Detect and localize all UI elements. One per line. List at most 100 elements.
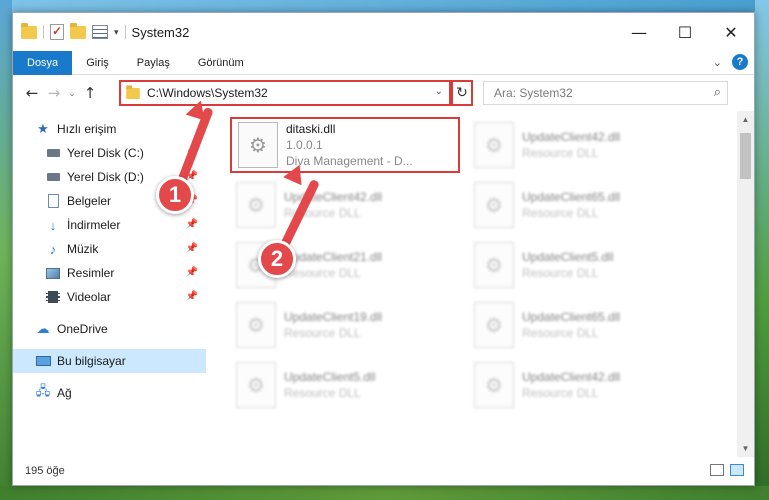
sidebar-item-local-disk-c[interactable]: Yerel Disk (C:) 📌	[13, 141, 206, 165]
minimize-button[interactable]: —	[616, 13, 662, 51]
scroll-down-icon[interactable]: ▼	[737, 440, 754, 457]
desktop-background-bottom	[0, 486, 769, 500]
callout-1: 1	[156, 176, 194, 214]
file-item[interactable]: ⚙ UpdateClient5.dll Resource DLL	[230, 357, 460, 413]
explorer-window: ▾ System32 — ☐ ✕ Dosya Giriş Paylaş Görü…	[12, 12, 755, 486]
search-box[interactable]: Ara: System32 ⌕	[483, 81, 728, 105]
file-name: UpdateClient19.dll	[284, 310, 383, 324]
sidebar-item-label: Bu bilgisayar	[57, 354, 126, 368]
dll-file-icon: ⚙	[236, 302, 276, 348]
address-dropdown-icon[interactable]: ⌄	[435, 86, 443, 97]
scrollbar-thumb[interactable]	[740, 133, 751, 179]
file-name: UpdateClient5.dll	[522, 250, 614, 264]
address-bar[interactable]: C:\Windows\System32 ⌄	[119, 80, 451, 106]
dll-file-icon: ⚙	[474, 302, 514, 348]
properties-icon[interactable]	[92, 25, 108, 39]
sidebar-item-downloads[interactable]: ↓ İndirmeler 📌	[13, 213, 206, 237]
callout-2: 2	[258, 240, 296, 278]
sidebar-item-label: İndirmeler	[67, 218, 121, 232]
tab-file[interactable]: Dosya	[13, 50, 73, 75]
dll-file-icon: ⚙	[236, 362, 276, 408]
file-description: Resource DLL	[522, 326, 599, 340]
drive-icon	[45, 145, 61, 161]
sidebar-item-music[interactable]: ♪ Müzik 📌	[13, 237, 206, 261]
scroll-up-icon[interactable]: ▲	[737, 111, 754, 128]
tiles-view-icon[interactable]	[730, 464, 744, 476]
sidebar-item-network[interactable]: 🖧 Ağ	[13, 381, 206, 405]
pin-icon[interactable]: 📌	[186, 291, 198, 302]
folder-icon	[21, 22, 37, 39]
sidebar-item-pictures[interactable]: Resimler 📌	[13, 261, 206, 285]
videos-icon	[45, 289, 61, 305]
file-name: UpdateClient5.dll	[284, 370, 376, 384]
file-item[interactable]: ⚙ UpdateClient65.dll Resource DLL	[468, 297, 698, 353]
file-item[interactable]: ⚙ UpdateClient19.dll Resource DLL	[230, 297, 460, 353]
file-description: Resource DLL	[284, 326, 361, 340]
up-button[interactable]: ↑	[79, 84, 101, 102]
details-view-icon[interactable]	[710, 464, 724, 476]
folder-icon	[126, 84, 140, 99]
search-placeholder[interactable]: Ara: System32	[494, 86, 573, 100]
file-item[interactable]: ⚙ UpdateClient65.dll Resource DLL	[468, 177, 698, 233]
tab-home[interactable]: Giriş	[72, 51, 123, 75]
properties-check-icon[interactable]	[50, 24, 64, 40]
file-name: UpdateClient42.dll	[522, 130, 621, 144]
sidebar-item-label: Resimler	[67, 266, 115, 280]
pin-icon[interactable]: 📌	[186, 219, 198, 230]
file-name: UpdateClient42.dll	[284, 190, 383, 204]
refresh-button[interactable]: ↻	[451, 80, 473, 106]
network-icon: 🖧	[35, 383, 51, 398]
back-button[interactable]: ←	[21, 84, 43, 102]
recent-locations-button[interactable]: ⌄	[65, 88, 79, 99]
file-description: Resource DLL	[522, 206, 599, 220]
pin-icon[interactable]: 📌	[186, 243, 198, 254]
file-item-ditaski[interactable]: ⚙ ditaski.dll 1.0.0.1 Diva Management - …	[230, 117, 460, 173]
file-item[interactable]: ⚙ UpdateClient42.dll Resource DLL	[230, 177, 460, 233]
drive-icon	[45, 169, 61, 185]
file-item[interactable]: ⚙ UpdateClient42.dll Resource DLL	[468, 357, 698, 413]
pin-icon[interactable]: 📌	[186, 267, 198, 278]
sidebar-item-label: Videolar	[67, 290, 111, 304]
new-folder-icon[interactable]	[70, 22, 86, 39]
forward-button[interactable]: →	[43, 84, 65, 102]
address-path[interactable]: C:\Windows\System32	[147, 86, 268, 100]
file-description: Resource DLL	[522, 266, 599, 280]
item-count: 195 öğe	[25, 465, 65, 477]
sidebar-item-videos[interactable]: Videolar 📌	[13, 285, 206, 309]
file-item[interactable]: ⚙ UpdateClient42.dll Resource DLL	[468, 117, 698, 173]
dll-file-icon: ⚙	[238, 122, 278, 168]
file-version: 1.0.0.1	[286, 138, 323, 152]
file-description: Resource DLL	[284, 386, 361, 400]
help-icon[interactable]: ?	[732, 54, 748, 70]
documents-icon	[45, 193, 61, 209]
sidebar-item-label: Hızlı erişim	[57, 122, 117, 136]
toolbar-separator	[43, 25, 44, 39]
expand-ribbon-chevron-icon[interactable]: ⌄	[713, 56, 722, 69]
vertical-scrollbar[interactable]: ▲ ▼	[737, 111, 754, 457]
file-item[interactable]: ⚙ UpdateClient5.dll Resource DLL	[468, 237, 698, 293]
ribbon-tabs: Dosya Giriş Paylaş Görünüm ⌄ ?	[13, 50, 754, 75]
dll-file-icon: ⚙	[474, 362, 514, 408]
download-icon: ↓	[49, 217, 57, 233]
maximize-button[interactable]: ☐	[662, 13, 708, 51]
sidebar-item-onedrive[interactable]: ☁ OneDrive	[13, 317, 206, 341]
music-icon: ♪	[49, 241, 57, 257]
dll-file-icon: ⚙	[474, 242, 514, 288]
dll-file-icon: ⚙	[474, 122, 514, 168]
main-area: ★ Hızlı erişim Yerel Disk (C:) 📌 Yerel D…	[13, 111, 754, 457]
search-icon[interactable]: ⌕	[714, 85, 721, 100]
customize-toolbar-icon[interactable]: ▾	[114, 27, 119, 38]
desktop-background-right	[755, 0, 769, 500]
tab-view[interactable]: Görünüm	[184, 51, 258, 75]
file-name: UpdateClient21.dll	[284, 250, 383, 264]
tab-share[interactable]: Paylaş	[123, 51, 184, 75]
sidebar-item-label: Belgeler	[67, 194, 112, 208]
navigation-bar: ← → ⌄ ↑ C:\Windows\System32 ⌄ ↻ Ara: Sys…	[13, 75, 754, 111]
close-button[interactable]: ✕	[708, 13, 754, 51]
file-name: UpdateClient65.dll	[522, 310, 621, 324]
status-bar: 195 öğe	[13, 457, 754, 485]
sidebar-item-this-pc[interactable]: Bu bilgisayar	[13, 349, 206, 373]
sidebar-item-quick-access[interactable]: ★ Hızlı erişim	[13, 117, 206, 141]
quick-access-toolbar: ▾	[13, 22, 126, 40]
sidebar-item-label: Ağ	[57, 386, 72, 400]
